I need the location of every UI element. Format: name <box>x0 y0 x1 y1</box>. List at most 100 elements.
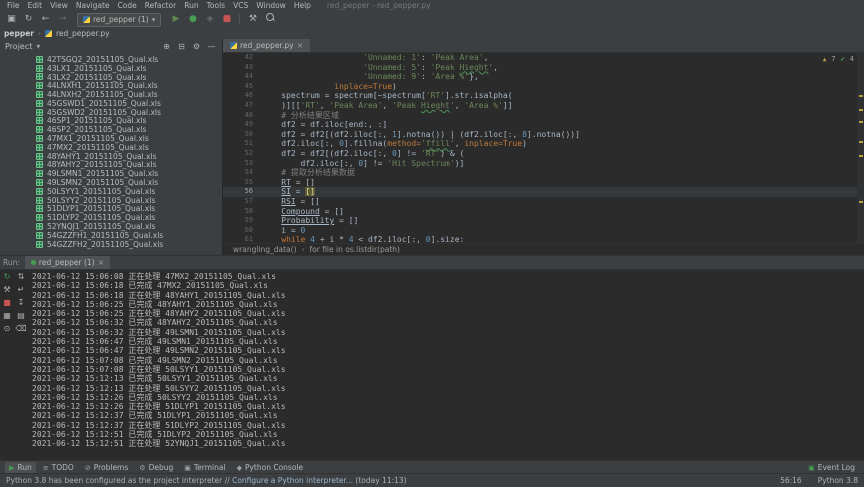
toolbar-separator <box>239 14 241 25</box>
breadcrumb-function[interactable]: wrangling_data() <box>233 245 297 254</box>
interpreter-widget[interactable]: Python 3.8 <box>818 476 858 485</box>
tree-item-label: 44LNXH1_20151105_Qual.xls <box>47 81 158 91</box>
tree-item[interactable]: 50LSYY1_20151105_Qual.xls <box>0 187 222 196</box>
menu-refactor[interactable]: Refactor <box>141 1 180 10</box>
tree-item[interactable]: 47MX1_20151105_Qual.xls <box>0 134 222 143</box>
editor-scrollbar[interactable] <box>857 53 864 244</box>
scroll-to-end-icon[interactable]: ↧ <box>18 298 25 308</box>
tree-item[interactable]: 54GZZFH2_20151105_Qual.xls <box>0 240 222 249</box>
tree-item[interactable]: 44LNXH2_20151105_Qual.xls <box>0 90 222 99</box>
run-configuration-combo[interactable]: red_pepper (1) ▾ <box>77 12 162 27</box>
run-tab[interactable]: red_pepper (1) × <box>24 256 111 269</box>
chevron-down-icon[interactable]: ▾ <box>36 42 40 51</box>
tree-item[interactable]: 44LNXH1_20151105_Qual.xls <box>0 81 222 90</box>
code-text: # 分析结果区域 <box>281 110 339 120</box>
line-number: 46 <box>244 91 253 100</box>
tree-item[interactable]: 45GSWD1_20151105_Qual.xls <box>0 99 222 108</box>
tree-item[interactable]: 48YAHY2_20151105_Qual.xls <box>0 160 222 169</box>
run-button[interactable]: ▶ <box>168 12 183 27</box>
breadcrumb-file[interactable]: red_pepper.py <box>56 29 110 38</box>
code-editor[interactable]: ▲ 7 ✔ 4 42 'Unnamed: 1': 'Peak Area', 43 'U… <box>223 53 864 244</box>
run-panel-header: Run: red_pepper (1) × <box>0 256 864 270</box>
tree-item[interactable]: 43LX1_20151105_Qual.xls <box>0 64 222 73</box>
tree-item[interactable]: 48YAHY1_20151105_Qual.xls <box>0 152 222 161</box>
menu-window[interactable]: Window <box>252 1 290 10</box>
tool-window-button-debug[interactable]: ⚙ Debug <box>135 462 177 473</box>
tree-item[interactable]: 50LSYY2_20151105_Qual.xls <box>0 196 222 205</box>
tool-window-button-problems[interactable]: ⊘ Problems <box>81 462 132 473</box>
line-number: 45 <box>244 81 253 90</box>
soft-wrap-icon[interactable]: ↵ <box>18 285 25 295</box>
tree-item[interactable]: 49LSMN1_20151105_Qual.xls <box>0 169 222 178</box>
editor-tab-red-pepper[interactable]: red_pepper.py × <box>223 39 311 52</box>
hide-panel-icon[interactable]: — <box>206 42 217 51</box>
menu-edit[interactable]: Edit <box>24 1 47 10</box>
project-panel-title[interactable]: Project <box>5 42 32 51</box>
menu-help[interactable]: Help <box>290 1 315 10</box>
tree-item[interactable]: 42TSGQ2_20151105_Qual.xls <box>0 55 222 64</box>
gear-icon[interactable]: ⚙ <box>191 42 202 51</box>
menu-run[interactable]: Run <box>180 1 202 10</box>
tree-item[interactable]: 52YNQJ1_20151105_Qual.xls <box>0 222 222 231</box>
caret-position[interactable]: 56:16 <box>780 476 802 485</box>
stop-icon[interactable]: ■ <box>3 298 11 308</box>
debug-button[interactable]: ● <box>185 12 200 27</box>
stop-button[interactable]: ■ <box>219 12 234 27</box>
coverage-button[interactable]: ◈ <box>202 12 217 27</box>
tool-window-button-todo[interactable]: ≡ TODO <box>39 462 78 473</box>
stacktrace-arrows-icon[interactable]: ⇅ <box>18 272 25 282</box>
tree-item[interactable]: 49LSMN2_20151105_Qual.xls <box>0 178 222 187</box>
settings-icon[interactable]: ⚒ <box>3 285 10 295</box>
locate-file-icon[interactable]: ⊕ <box>161 42 172 51</box>
tree-item[interactable]: 54GZZFH1_20151105_Qual.xls <box>0 231 222 240</box>
tree-item[interactable]: 47MX2_20151105_Qual.xls <box>0 143 222 152</box>
breadcrumb-project[interactable]: pepper <box>4 29 34 38</box>
project-tree[interactable]: 42TSGQ2_20151105_Qual.xls 43LX1_20151105_… <box>0 55 222 255</box>
menu-code[interactable]: Code <box>114 1 141 10</box>
back-icon[interactable]: ← <box>38 12 53 27</box>
warning-count: 7 <box>831 55 836 63</box>
excel-file-icon <box>36 135 43 143</box>
tool-window-button-run[interactable]: ▶ Run <box>5 462 36 473</box>
forward-icon[interactable]: → <box>55 12 70 27</box>
check-icon: ✔ <box>840 55 845 63</box>
code-line: 47 )][['RT', 'Peak Area', 'Peak Hieght',… <box>223 101 864 111</box>
close-icon[interactable]: × <box>297 41 304 50</box>
tree-item[interactable]: 45GSWD2_20151105_Qual.xls <box>0 108 222 117</box>
excel-file-icon <box>36 231 43 239</box>
python-console-icon: ◆ <box>236 463 242 472</box>
tree-item-label: 46SP1_20151105_Qual.xls <box>47 116 147 126</box>
pin-icon[interactable]: ⊙ <box>4 324 11 334</box>
menu-tools[interactable]: Tools <box>203 1 229 10</box>
tree-item[interactable]: 46SP1_20151105_Qual.xls <box>0 116 222 126</box>
tool-window-button-python-console[interactable]: ◆ Python Console <box>233 462 308 473</box>
tool-window-button-terminal[interactable]: ▣ Terminal <box>180 462 229 473</box>
tool-window-button-label: Run <box>17 463 32 472</box>
wrench-icon[interactable]: ⚒ <box>245 12 260 27</box>
tree-item-label: 42TSGQ2_20151105_Qual.xls <box>47 55 159 64</box>
menu-view[interactable]: View <box>46 1 72 10</box>
search-icon[interactable] <box>262 12 277 27</box>
clear-all-icon[interactable]: ⌫ <box>15 324 26 334</box>
rerun-icon[interactable]: ↻ <box>4 272 11 282</box>
menu-navigate[interactable]: Navigate <box>72 1 114 10</box>
save-icon[interactable]: ▣ <box>4 12 19 27</box>
collapse-all-icon[interactable]: ⊟ <box>176 42 187 51</box>
line-number: 58 <box>244 206 253 215</box>
menu-vcs[interactable]: VCS <box>229 1 252 10</box>
restore-layout-icon[interactable]: ▦ <box>3 311 11 321</box>
status-message-link[interactable]: Configure a Python interpreter... <box>232 476 353 485</box>
menu-file[interactable]: File <box>3 1 24 10</box>
tree-item[interactable]: 51DLYP1_20151105_Qual.xls <box>0 204 222 213</box>
print-icon[interactable]: ▤ <box>17 311 25 321</box>
sync-icon[interactable]: ↻ <box>21 12 36 27</box>
breadcrumb-loop[interactable]: for file in os.listdir(path) <box>310 245 400 254</box>
tree-item[interactable]: 43LX2_20151105_Qual.xls <box>0 73 222 82</box>
tree-item-label: 43LX1_20151105_Qual.xls <box>47 63 147 73</box>
tree-item[interactable]: 46SP2_20151105_Qual.xls <box>0 125 222 134</box>
tree-item[interactable]: 51DLYP2_20151105_Qual.xls <box>0 213 222 222</box>
close-icon[interactable]: × <box>98 258 105 267</box>
inspections-widget[interactable]: ▲ 7 ✔ 4 <box>823 55 854 65</box>
event-log-button[interactable]: ▣ Event Log <box>804 462 859 473</box>
run-console-output[interactable]: 2021-06-12 15:06:08 正在处理 47MX2_20151105_… <box>30 269 864 461</box>
